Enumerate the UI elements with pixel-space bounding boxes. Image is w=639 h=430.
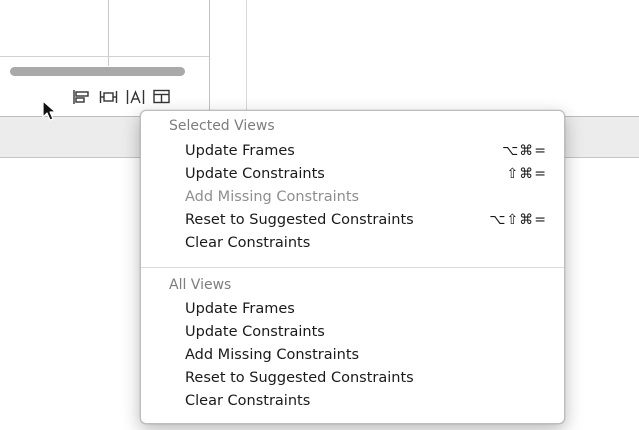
pin-icon[interactable] bbox=[99, 89, 118, 105]
panel-edge bbox=[246, 0, 247, 116]
mouse-pointer-icon bbox=[42, 100, 58, 122]
menu-item-label: Add Missing Constraints bbox=[185, 189, 360, 205]
menu-item-label: Add Missing Constraints bbox=[185, 347, 360, 363]
menu-item-add-missing-constraints-selected: Add Missing Constraints bbox=[185, 189, 555, 211]
canvas-area bbox=[0, 0, 210, 90]
menu-item-label: Reset to Suggested Constraints bbox=[185, 212, 414, 228]
menu-item-label: Update Constraints bbox=[185, 324, 325, 340]
menu-item-update-constraints-all[interactable]: Update Constraints bbox=[185, 324, 555, 346]
canvas-divider bbox=[0, 56, 210, 57]
resizing-icon[interactable] bbox=[152, 89, 171, 105]
menu-item-update-frames-all[interactable]: Update Frames bbox=[185, 301, 555, 323]
menu-separator bbox=[141, 267, 564, 268]
keyboard-shortcut: ⇧⌘= bbox=[506, 166, 547, 182]
menu-item-add-missing-constraints-all[interactable]: Add Missing Constraints bbox=[185, 347, 555, 369]
resolve-issues-icon[interactable] bbox=[126, 89, 145, 105]
canvas-edge bbox=[209, 0, 210, 116]
menu-item-clear-constraints-all[interactable]: Clear Constraints bbox=[185, 393, 555, 415]
section-header-selected-views: Selected Views bbox=[169, 118, 275, 134]
keyboard-shortcut: ⌥⌘= bbox=[502, 143, 547, 159]
menu-item-label: Update Constraints bbox=[185, 166, 325, 182]
menu-item-update-constraints-selected[interactable]: Update Constraints ⇧⌘= bbox=[185, 166, 555, 188]
menu-item-reset-to-suggested-all[interactable]: Reset to Suggested Constraints bbox=[185, 370, 555, 392]
menu-item-clear-constraints-selected[interactable]: Clear Constraints bbox=[185, 235, 555, 257]
section-header-all-views: All Views bbox=[169, 277, 232, 293]
menu-item-update-frames-selected[interactable]: Update Frames ⌥⌘= bbox=[185, 143, 555, 165]
menu-item-label: Reset to Suggested Constraints bbox=[185, 370, 414, 386]
menu-item-label: Clear Constraints bbox=[185, 393, 311, 409]
menu-item-reset-to-suggested-selected[interactable]: Reset to Suggested Constraints ⌥⇧⌘= bbox=[185, 212, 555, 234]
menu-item-label: Clear Constraints bbox=[185, 235, 311, 251]
menu-item-label: Update Frames bbox=[185, 301, 295, 317]
horizontal-scrollbar[interactable] bbox=[10, 67, 185, 76]
keyboard-shortcut: ⌥⇧⌘= bbox=[489, 212, 547, 228]
resolve-auto-layout-menu: Selected Views Update Frames ⌥⌘= Update … bbox=[140, 110, 565, 424]
menu-item-label: Update Frames bbox=[185, 143, 295, 159]
align-icon[interactable] bbox=[72, 89, 91, 105]
